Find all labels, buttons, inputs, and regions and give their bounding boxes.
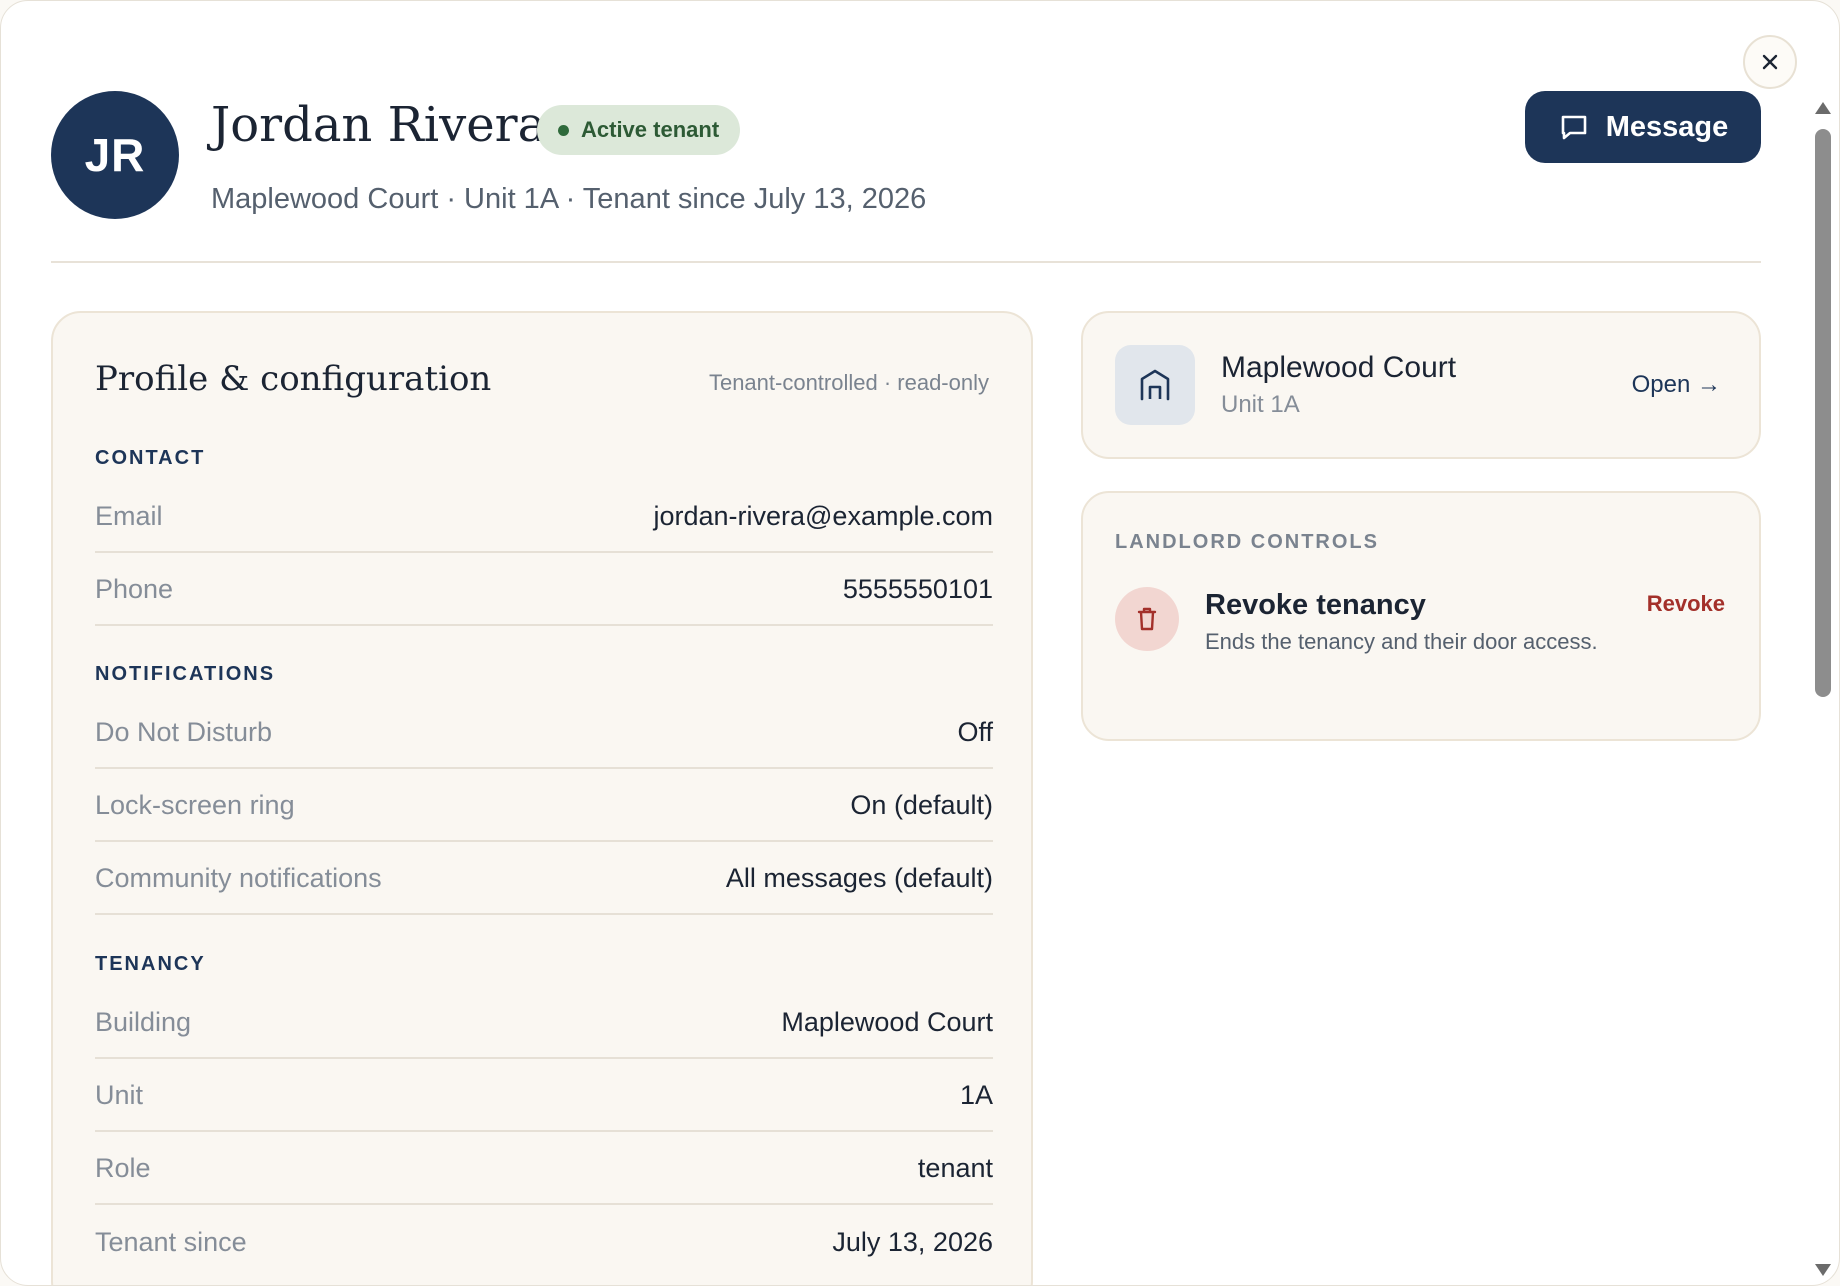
- tenancy-row-role: Role tenant: [95, 1133, 993, 1205]
- building-icon: [1115, 345, 1195, 425]
- row-value: All messages (default): [725, 862, 993, 893]
- notifications-row-lockscreen: Lock-screen ring On (default): [95, 770, 993, 842]
- avatar: JR: [51, 91, 179, 219]
- panel-title: Profile & configuration: [95, 359, 492, 399]
- row-label: Role: [95, 1152, 151, 1183]
- row-label: Unit: [95, 1079, 144, 1110]
- contact-row-email: Email jordan-rivera@example.com: [95, 481, 993, 553]
- revoke-button[interactable]: Revoke: [1647, 591, 1725, 617]
- scroll-up-arrow-icon[interactable]: [1814, 101, 1832, 115]
- section-heading-contact: CONTACT: [95, 447, 206, 469]
- message-button-label: Message: [1605, 110, 1729, 143]
- row-label: Building: [95, 1006, 192, 1037]
- row-value: Maplewood Court: [781, 1006, 993, 1037]
- row-value: jordan-rivera@example.com: [653, 500, 993, 531]
- tenant-name: Jordan Rivera: [211, 97, 547, 153]
- row-value: Off: [957, 716, 993, 747]
- section-heading-tenancy: TENANCY: [95, 953, 206, 975]
- contact-row-phone: Phone 5555550101: [95, 554, 993, 626]
- building-card[interactable]: Maplewood Court Unit 1A Open →: [1081, 311, 1761, 459]
- row-value: 1A: [959, 1079, 993, 1110]
- notifications-row-dnd: Do Not Disturb Off: [95, 697, 993, 769]
- scroll-down-arrow-icon[interactable]: [1814, 1263, 1832, 1277]
- revoke-tenancy-description: Ends the tenancy and their door access.: [1205, 629, 1598, 654]
- message-button[interactable]: Message: [1525, 91, 1761, 163]
- row-label: Lock-screen ring: [95, 789, 295, 820]
- row-label: Community notifications: [95, 862, 382, 893]
- landlord-controls-card: LANDLORD CONTROLS Revoke tenancy Ends th…: [1081, 491, 1761, 741]
- scrollbar-thumb[interactable]: [1815, 129, 1831, 697]
- status-badge-label: Active tenant: [581, 117, 720, 142]
- row-label: Do Not Disturb: [95, 716, 273, 747]
- row-value: On (default): [850, 789, 993, 820]
- building-unit: Unit 1A: [1221, 391, 1300, 418]
- row-label: Email: [95, 500, 163, 531]
- status-dot-icon: [558, 124, 569, 136]
- building-name: Maplewood Court: [1221, 351, 1457, 384]
- close-icon: [1762, 54, 1778, 70]
- panel-note: Tenant-controlled · read-only: [708, 370, 989, 395]
- landlord-controls-heading: LANDLORD CONTROLS: [1115, 531, 1379, 553]
- notifications-row-community: Community notifications All messages (de…: [95, 843, 993, 915]
- tenant-detail-modal: JR Jordan Rivera Active tenant Maplewood…: [0, 0, 1840, 1286]
- row-label: Phone: [95, 573, 174, 604]
- close-button[interactable]: [1743, 35, 1797, 89]
- open-building-link[interactable]: Open →: [1632, 371, 1721, 399]
- header-divider: [51, 261, 1761, 263]
- tenancy-row-building: Building Maplewood Court: [95, 987, 993, 1059]
- row-value: tenant: [917, 1152, 993, 1183]
- row-label: Tenant since: [95, 1226, 247, 1257]
- trash-icon: [1115, 587, 1179, 651]
- row-value: 5555550101: [842, 573, 993, 604]
- row-value: July 13, 2026: [832, 1226, 993, 1257]
- section-heading-notifications: NOTIFICATIONS: [95, 663, 276, 685]
- tenant-subtitle: Maplewood Court · Unit 1A · Tenant since…: [211, 183, 927, 215]
- tenancy-row-unit: Unit 1A: [95, 1060, 993, 1132]
- status-badge: Active tenant: [537, 105, 741, 155]
- revoke-tenancy-title: Revoke tenancy: [1205, 589, 1426, 621]
- tenancy-row-since: Tenant since July 13, 2026: [95, 1206, 993, 1278]
- chat-bubble-icon: [1561, 115, 1587, 140]
- profile-configuration-panel: Profile & configuration Tenant-controlle…: [51, 311, 1033, 1285]
